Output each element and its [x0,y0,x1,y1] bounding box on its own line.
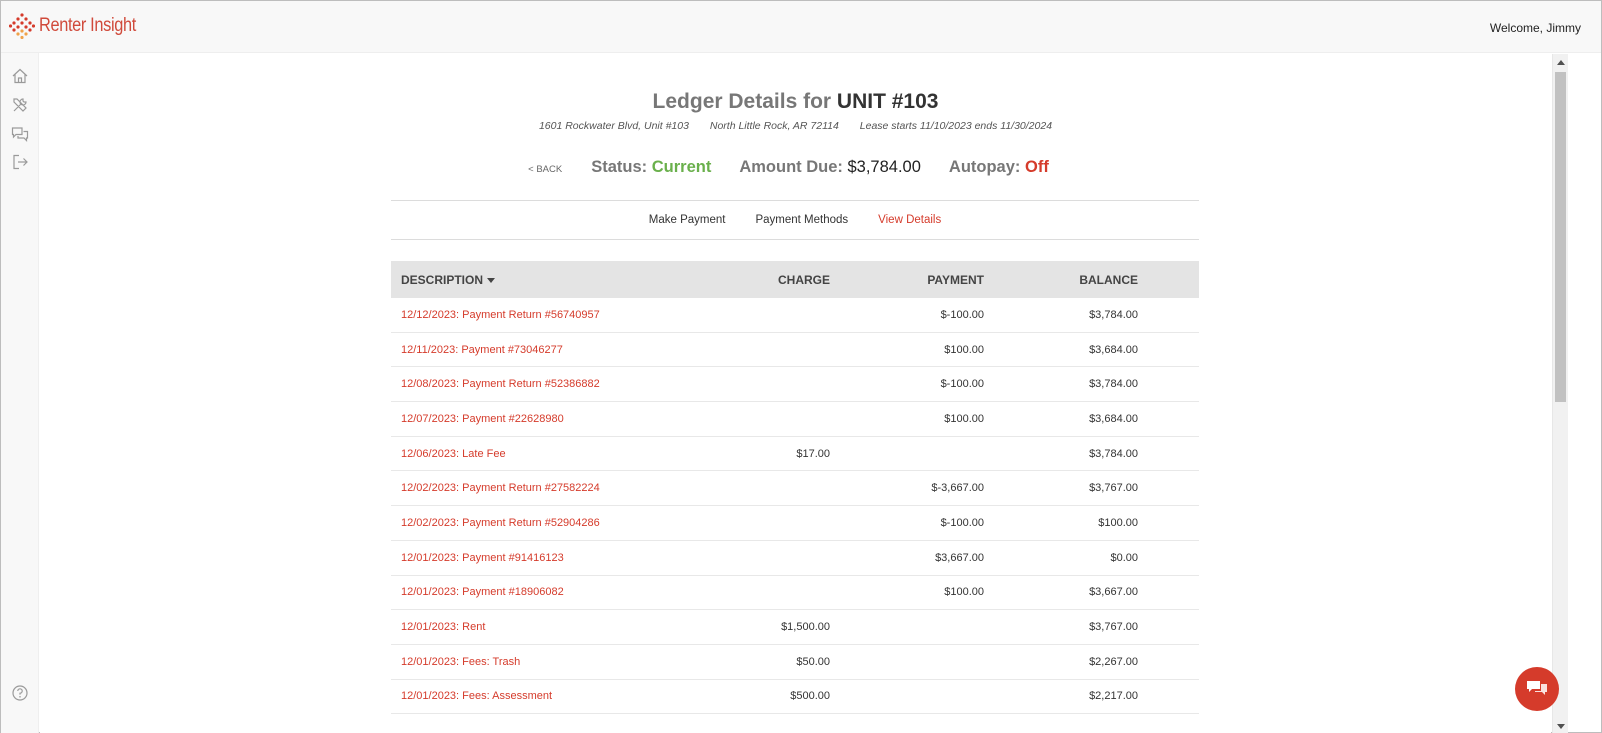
amount-due-stat: Amount Due: $3,784.00 [739,158,921,177]
logout-icon[interactable] [11,153,29,171]
table-header: DESCRIPTION CHARGE PAYMENT BALANCE [391,261,1199,298]
row-charge: $50.00 [796,655,830,668]
row-description[interactable]: 12/08/2023: Payment Return #52386882 [391,378,721,390]
row-description[interactable]: 12/07/2023: Payment #22628980 [391,413,721,425]
row-payment: $-100.00 [940,308,984,321]
row-balance: $3,767.00 [1089,621,1138,634]
tab-payment-methods[interactable]: Payment Methods [755,214,848,226]
welcome-text[interactable]: Welcome, Jimmy [1490,21,1581,35]
amount-due-value: $3,784.00 [847,158,921,176]
table-row: 12/01/2023: Fees: Assessment $500.00 $2,21… [391,680,1199,715]
scroll-down-icon[interactable] [1557,724,1565,729]
sort-down-icon [487,277,496,283]
row-balance: $3,784.00 [1089,308,1138,321]
tab-make-payment[interactable]: Make Payment [649,214,726,226]
ledger-tabs: Make Payment Payment Methods View Detail… [391,200,1199,240]
payment-header: PAYMENT [927,272,984,287]
table-body: 12/12/2023: Payment Return #56740957 $-10… [391,298,1199,715]
row-balance: $2,217.00 [1089,690,1138,703]
chat-icon [1527,681,1547,695]
scroll-thumb[interactable] [1555,72,1566,402]
page-title: Ledger Details for UNIT #103 [40,90,1551,114]
tab-view-details[interactable]: View Details [878,214,941,226]
status-row: < BACK Status: Current Amount Due: $3,78… [40,158,1551,177]
row-balance: $2,267.00 [1089,655,1138,668]
table-row: 12/06/2023: Late Fee $17.00 $3,784.00 [391,437,1199,472]
row-balance: $3,684.00 [1089,412,1138,425]
autopay-stat: Autopay: Off [949,158,1049,177]
help-icon[interactable] [11,684,29,702]
title-prefix: Ledger Details for [652,90,832,113]
row-description[interactable]: 12/02/2023: Payment Return #52904286 [391,517,721,529]
table-row: 12/02/2023: Payment Return #27582224 $-3,… [391,471,1199,507]
street-address: 1601 Rockwater Blvd, Unit #103 [538,120,689,132]
charge-header: CHARGE [777,272,830,287]
messages-icon[interactable] [11,125,29,143]
row-charge: $500.00 [790,690,830,703]
row-charge: $17.00 [796,447,830,460]
sidebar [1,53,39,733]
tools-icon[interactable] [11,96,29,114]
scrollbar[interactable] [1552,54,1568,733]
logo[interactable]: Renter Insight [9,13,152,39]
logo-icon [9,13,35,39]
status-stat: Status: Current [591,158,711,177]
row-balance: $0.00 [1110,551,1138,564]
app-name: Renter Insight [39,15,136,36]
table-row: 12/08/2023: Payment Return #52386882 $-10… [391,367,1199,403]
amount-due-label: Amount Due: [739,158,843,176]
home-icon[interactable] [11,67,29,85]
row-balance: $3,667.00 [1089,586,1138,599]
row-balance: $3,684.00 [1089,343,1138,356]
row-description[interactable]: 12/01/2023: Rent [391,621,721,633]
row-description[interactable]: 12/01/2023: Payment #18906082 [391,586,721,598]
row-charge: $1,500.00 [781,621,830,634]
back-link[interactable]: < BACK [528,164,562,175]
scroll-up-icon[interactable] [1557,60,1565,65]
lease-dates: Lease starts 11/10/2023 ends 11/30/2024 [859,120,1053,132]
row-balance: $3,784.00 [1089,447,1138,460]
row-description[interactable]: 12/12/2023: Payment Return #56740957 [391,309,721,321]
top-bar: Renter Insight Welcome, Jimmy [1,1,1601,53]
ledger-table: DESCRIPTION CHARGE PAYMENT BALANCE 12/12… [391,261,1199,715]
table-row: 12/01/2023: Payment #18906082 $100.00 $3,6… [391,576,1199,611]
table-row: 12/11/2023: Payment #73046277 $100.00 $3,6… [391,333,1199,368]
city-state-zip: North Little Rock, AR 72114 [709,120,839,132]
table-row: 12/01/2023: Rent $1,500.00 $3,767.00 [391,610,1199,645]
row-description[interactable]: 12/01/2023: Fees: Assessment [391,690,721,702]
balance-header: BALANCE [1079,272,1138,287]
autopay-label: Autopay: [948,158,1021,176]
table-row: 12/07/2023: Payment #22628980 $100.00 $3,6… [391,402,1199,437]
row-payment: $100.00 [944,586,984,599]
description-header[interactable]: DESCRIPTION [391,273,721,287]
unit-name: UNIT #103 [836,90,939,113]
address-line: 1601 Rockwater Blvd, Unit #103 North Lit… [40,120,1551,132]
row-balance: $3,784.00 [1089,378,1138,391]
row-payment: $100.00 [944,412,984,425]
status-value: Current [651,158,712,176]
row-payment: $-100.00 [940,516,984,529]
autopay-value[interactable]: Off [1025,158,1049,176]
table-row: 12/02/2023: Payment Return #52904286 $-10… [391,506,1199,541]
row-description[interactable]: 12/01/2023: Payment #91416123 [391,552,721,564]
row-description[interactable]: 12/11/2023: Payment #73046277 [391,344,721,356]
table-row: 12/12/2023: Payment Return #56740957 $-10… [391,298,1199,333]
row-description[interactable]: 12/02/2023: Payment Return #27582224 [391,482,721,494]
row-payment: $-3,667.00 [931,482,984,495]
description-header-label: DESCRIPTION [401,272,484,287]
table-row: 12/01/2023: Payment #91416123 $3,667.00 $0… [391,541,1199,576]
chat-button[interactable] [1515,667,1559,711]
row-payment: $100.00 [944,343,984,356]
status-label: Status: [591,158,648,176]
row-description[interactable]: 12/06/2023: Late Fee [391,448,721,460]
main-content: Ledger Details for UNIT #103 1601 Rockwa… [40,54,1551,733]
row-balance: $3,767.00 [1089,482,1138,495]
row-description[interactable]: 12/01/2023: Fees: Trash [391,656,721,668]
row-balance: $100.00 [1098,516,1138,529]
row-payment: $3,667.00 [935,551,984,564]
row-payment: $-100.00 [940,378,984,391]
table-row: 12/01/2023: Fees: Trash $50.00 $2,267.00 [391,645,1199,680]
